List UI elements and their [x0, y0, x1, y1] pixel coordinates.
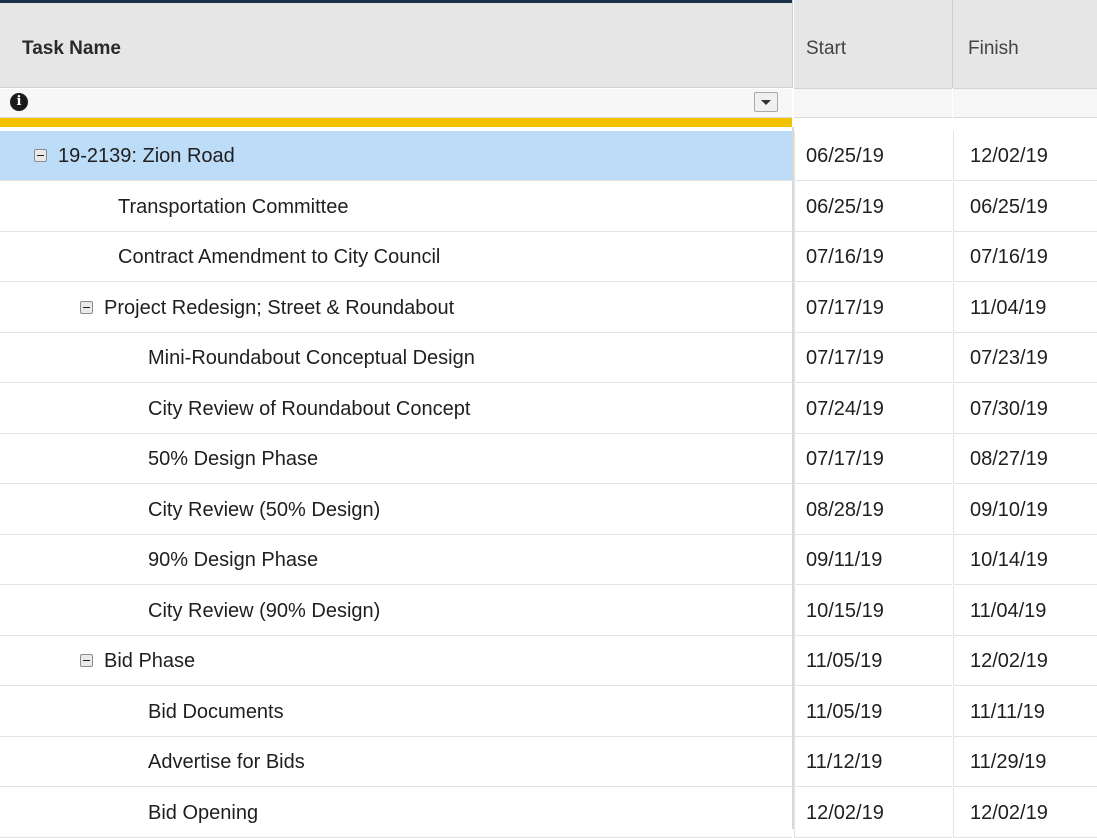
task-name-cell[interactable]: 50% Design Phase [0, 434, 792, 484]
start-date-cell[interactable]: 09/11/19 [794, 535, 952, 585]
collapse-icon[interactable] [80, 300, 93, 314]
task-name: Bid Phase [104, 650, 196, 672]
task-name-cell[interactable]: Mini-Roundabout Conceptual Design [0, 333, 792, 383]
column-header-label: Finish [968, 38, 1019, 59]
finish-date-cell[interactable]: 11/11/19 [953, 686, 1097, 737]
column-divider[interactable] [792, 0, 793, 88]
task-name: Project Redesign; Street & Roundabout [104, 296, 455, 319]
finish-date-cell[interactable]: 07/16/19 [953, 232, 1097, 282]
column-header-label: Task Name [22, 38, 121, 59]
start-date-cell[interactable]: 11/05/19 [794, 686, 952, 737]
task-name-cell[interactable]: Contract Amendment to City Council [0, 232, 792, 282]
task-name: 90% Design Phase [148, 549, 319, 571]
finish-date-cell[interactable]: 12/02/19 [953, 131, 1097, 181]
finish-date-cell[interactable]: 07/23/19 [953, 333, 1097, 383]
collapse-icon[interactable] [80, 654, 93, 667]
summary-bar [0, 118, 792, 127]
task-name-cell[interactable]: Bid Phase [0, 636, 792, 686]
task-grid: Task Name Start Finish i 19-2139: Zion R… [0, 0, 1097, 838]
task-name-cell[interactable]: Transportation Committee [0, 182, 792, 232]
start-date-cell[interactable]: 07/16/19 [794, 232, 952, 282]
task-name-cell[interactable]: Advertise for Bids [0, 737, 792, 787]
finish-date-cell[interactable]: 06/25/19 [953, 181, 1097, 232]
filter-cell-finish[interactable] [953, 89, 1097, 118]
filter-cell-start[interactable] [794, 89, 952, 118]
task-name-cell[interactable]: Project Redesign; Street & Roundabout [0, 283, 792, 333]
collapse-icon[interactable] [34, 149, 47, 162]
task-name-cell[interactable]: 19-2139: Zion Road [0, 131, 792, 181]
start-date-cell[interactable]: 06/25/19 [794, 181, 952, 232]
chevron-down-icon[interactable] [754, 92, 778, 112]
finish-date-cell[interactable]: 08/27/19 [953, 434, 1097, 484]
task-name-cell[interactable]: City Review (50% Design) [0, 485, 792, 535]
task-name-cell[interactable]: City Review (90% Design) [0, 586, 792, 636]
table-row[interactable]: Contract Amendment to City Council 07/16/… [0, 232, 1097, 282]
finish-date-cell[interactable]: 12/02/19 [953, 636, 1097, 686]
task-name: City Review (50% Design) [148, 498, 381, 521]
finish-date-cell[interactable]: 11/04/19 [953, 585, 1097, 636]
column-header-label: Start [806, 38, 847, 59]
task-name-cell[interactable]: 90% Design Phase [0, 535, 792, 585]
task-name: Advertise for Bids [148, 751, 305, 773]
start-date-cell[interactable]: 11/05/19 [794, 636, 952, 686]
table-row[interactable]: Mini-Roundabout Conceptual Design 07/17/1… [0, 333, 1097, 383]
table-row[interactable]: Transportation Committee 06/25/19 06/25/19 [0, 181, 1097, 232]
column-header-start[interactable]: Start [794, 0, 952, 89]
column-header-task-name[interactable]: Task Name [0, 0, 792, 88]
table-row[interactable]: 50% Design Phase 07/17/19 08/27/19 [0, 434, 1097, 484]
task-name-cell[interactable]: Bid Opening [0, 788, 792, 838]
table-row[interactable]: City Review of Roundabout Concept 07/24/1… [0, 383, 1097, 434]
task-name: Bid Opening [148, 801, 259, 824]
task-name: 50% Design Phase [148, 448, 319, 470]
start-date-cell[interactable]: 06/25/19 [794, 131, 952, 181]
filter-row-task: i [0, 89, 792, 118]
finish-date-cell[interactable]: 09/10/19 [953, 484, 1097, 535]
task-name: 19-2139: Zion Road [58, 145, 235, 167]
table-row[interactable]: Bid Documents 11/05/19 11/11/19 [0, 686, 1097, 737]
pane-splitter[interactable] [792, 127, 794, 829]
start-date-cell[interactable]: 07/17/19 [794, 434, 952, 484]
start-date-cell[interactable]: 07/17/19 [794, 333, 952, 383]
task-name: City Review of Roundabout Concept [148, 397, 471, 420]
info-icon[interactable]: i [10, 93, 28, 111]
table-row[interactable]: Advertise for Bids 11/12/19 11/29/19 [0, 737, 1097, 787]
start-date-cell[interactable]: 12/02/19 [794, 787, 952, 838]
start-date-cell[interactable]: 07/24/19 [794, 383, 952, 434]
finish-date-cell[interactable]: 11/04/19 [953, 282, 1097, 333]
table-row[interactable]: City Review (50% Design) 08/28/19 09/10/19 [0, 484, 1097, 535]
start-date-cell[interactable]: 11/12/19 [794, 737, 952, 787]
start-date-cell[interactable]: 08/28/19 [794, 484, 952, 535]
table-row[interactable]: Project Redesign; Street & Roundabout 07/… [0, 282, 1097, 333]
table-row[interactable]: 19-2139: Zion Road 06/25/19 12/02/19 [0, 131, 1097, 181]
task-name: Contract Amendment to City Council [118, 246, 441, 268]
finish-date-cell[interactable]: 12/02/19 [953, 787, 1097, 838]
task-name-cell[interactable]: Bid Documents [0, 687, 792, 737]
start-date-cell[interactable]: 07/17/19 [794, 282, 952, 333]
table-row[interactable]: Bid Phase 11/05/19 12/02/19 [0, 636, 1097, 686]
finish-date-cell[interactable]: 07/30/19 [953, 383, 1097, 434]
task-name: Mini-Roundabout Conceptual Design [148, 347, 475, 369]
column-divider[interactable] [952, 0, 953, 88]
task-name: Bid Documents [148, 700, 284, 723]
column-header-finish[interactable]: Finish [953, 0, 1097, 89]
start-date-cell[interactable]: 10/15/19 [794, 585, 952, 636]
finish-date-cell[interactable]: 11/29/19 [953, 737, 1097, 787]
table-row[interactable]: 90% Design Phase 09/11/19 10/14/19 [0, 535, 1097, 585]
table-row[interactable]: Bid Opening 12/02/19 12/02/19 [0, 787, 1097, 838]
task-name-cell[interactable]: City Review of Roundabout Concept [0, 384, 792, 434]
task-name: City Review (90% Design) [148, 599, 381, 622]
finish-date-cell[interactable]: 10/14/19 [953, 535, 1097, 585]
table-row[interactable]: City Review (90% Design) 10/15/19 11/04/19 [0, 585, 1097, 636]
task-name: Transportation Committee [118, 195, 349, 218]
